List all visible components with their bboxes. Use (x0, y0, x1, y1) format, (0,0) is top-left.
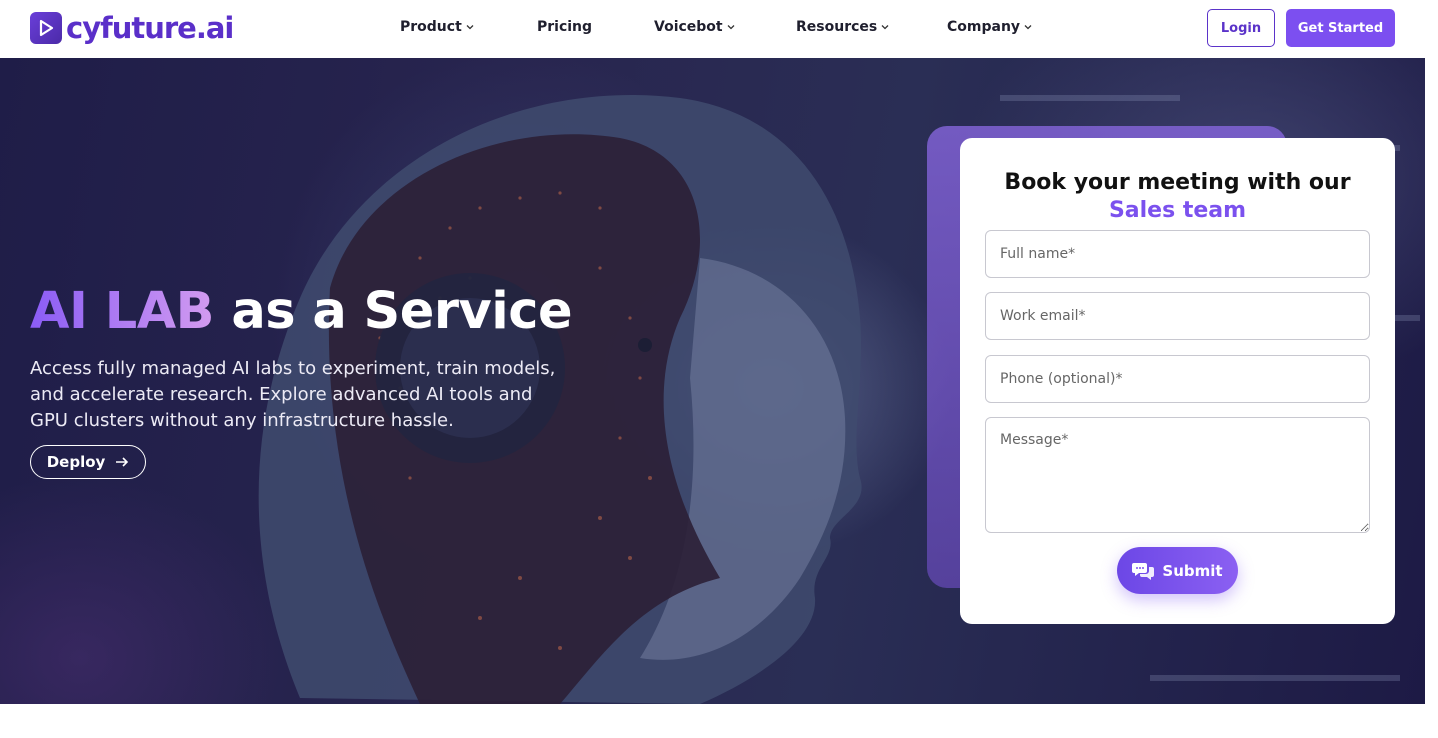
message-field[interactable] (985, 417, 1370, 533)
chevron-down-icon (727, 25, 735, 30)
nav-item-resources[interactable]: Resources (796, 19, 890, 35)
work-email-field[interactable] (985, 292, 1370, 340)
chat-bubbles-icon (1132, 562, 1155, 580)
nav-item-label: Product (400, 19, 462, 35)
nav-item-label: Resources (796, 19, 878, 35)
form-title-highlight: Sales team (1108, 198, 1247, 223)
submit-button-label: Submit (1162, 561, 1223, 580)
brand-name: cyfuture.ai (66, 10, 234, 45)
nav-item-label: Pricing (537, 19, 593, 35)
hero-headline-highlight: AI LAB (30, 282, 215, 341)
deploy-button-label: Deploy (46, 453, 106, 471)
nav-item-label: Company (947, 19, 1021, 35)
nav-item-pricing[interactable]: Pricing (537, 19, 592, 35)
nav-item-label: Voicebot (654, 19, 723, 35)
chevron-down-icon (1024, 25, 1032, 30)
sales-meeting-form: Book your meeting with our Sales team Su… (960, 138, 1395, 624)
nav-item-company[interactable]: Company (947, 19, 1033, 35)
arrow-right-icon (116, 457, 129, 467)
hero-description: Access fully managed AI labs to experime… (30, 358, 556, 431)
hero-headline: AI LAB as a Service (30, 282, 573, 341)
site-header: cyfuture.ai Product Pricing Voicebot Res… (0, 0, 1438, 58)
brand-logo[interactable]: cyfuture.ai (30, 10, 234, 45)
nav-item-voicebot[interactable]: Voicebot (654, 19, 736, 35)
chevron-down-icon (466, 25, 474, 30)
nav-item-product[interactable]: Product (400, 19, 475, 35)
get-started-button[interactable]: Get Started (1286, 9, 1395, 47)
phone-field[interactable] (985, 355, 1370, 403)
play-icon (30, 12, 62, 44)
form-title: Book your meeting with our (1004, 170, 1351, 195)
submit-button[interactable]: Submit (1117, 547, 1238, 594)
deploy-button[interactable]: Deploy (30, 445, 146, 479)
hero-headline-rest: as a Service (231, 282, 573, 341)
full-name-field[interactable] (985, 230, 1370, 278)
chevron-down-icon (881, 25, 889, 30)
login-button[interactable]: Login (1207, 9, 1275, 47)
